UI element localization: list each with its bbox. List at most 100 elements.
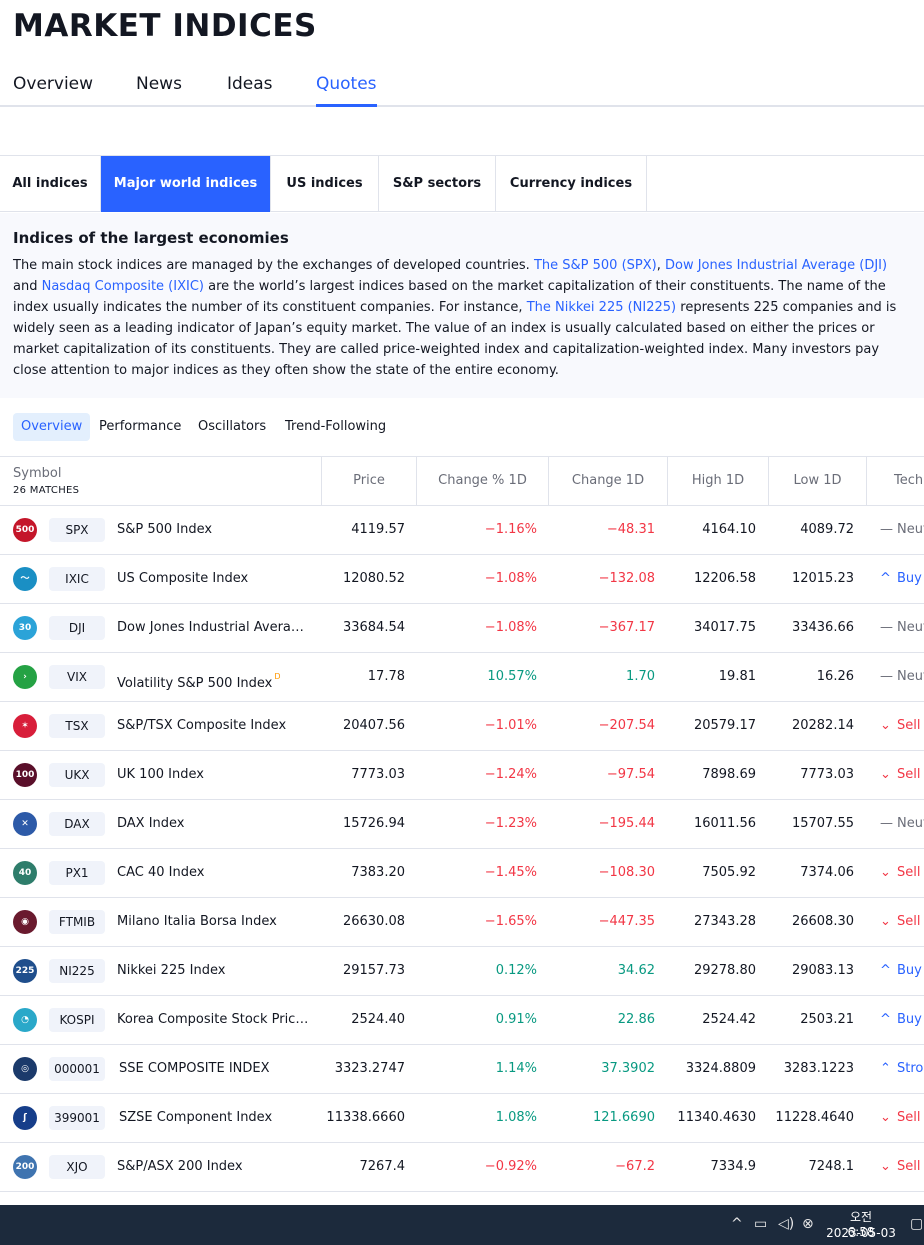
table-row[interactable]: ◉ FTMIB Milano Italia Borsa Index 26630.08 −… [0, 898, 924, 947]
index-name[interactable]: S&P/ASX 200 Index [117, 1143, 310, 1191]
technical-rating: ⌃ Strong buy [880, 1045, 924, 1093]
volume-icon[interactable]: ◁) [778, 1216, 794, 1232]
change-pct-cell: −1.23% [484, 816, 537, 831]
table-row[interactable]: 200 XJO S&P/ASX 200 Index 7267.4 −0.92% −67.2… [0, 1143, 924, 1192]
table-row[interactable]: ʃ 399001 SZSE Component Index 11338.6660 1.0… [0, 1094, 924, 1143]
index-name[interactable]: CAC 40 Index [117, 849, 310, 897]
index-name[interactable]: S&P/TSX Composite Index [117, 702, 310, 750]
index-name-text[interactable]: CAC 40 Index [117, 865, 204, 880]
tab-ideas[interactable]: Ideas [227, 74, 273, 94]
ticker-badge[interactable]: 000001 [49, 1057, 105, 1081]
header-low[interactable]: Low 1D [768, 457, 866, 505]
index-name-text[interactable]: DAX Index [117, 816, 185, 831]
table-row[interactable]: 40 PX1 CAC 40 Index 7383.20 −1.45% −108.30 750… [0, 849, 924, 898]
price-cell: 4119.57 [351, 522, 405, 537]
subtab-overview[interactable]: Overview [13, 413, 91, 441]
ticker-badge[interactable]: DJI [49, 616, 105, 640]
ticker-badge[interactable]: UKX [49, 763, 105, 787]
index-name[interactable]: Milano Italia Borsa Index [117, 898, 310, 946]
subtab-oscillators[interactable]: Oscillators [190, 413, 274, 441]
index-name-text[interactable]: Nikkei 225 Index [117, 963, 225, 978]
table-row[interactable]: 225 NI225 Nikkei 225 Index 29157.73 0.12% 34.… [0, 947, 924, 996]
index-name-text[interactable]: S&P 500 Index [117, 522, 212, 537]
high-cell: 2524.42 [702, 1012, 756, 1027]
header-high[interactable]: High 1D [667, 457, 768, 505]
table-row[interactable]: ✕ DAX DAX Index 15726.94 −1.23% −195.44 16011.… [0, 800, 924, 849]
notification-icon[interactable]: ▢ [910, 1216, 923, 1232]
chevron-up-icon[interactable]: ^ [731, 1216, 743, 1232]
ticker-badge[interactable]: TSX [49, 714, 105, 738]
low-cell: 15707.55 [791, 816, 854, 831]
index-name[interactable]: SSE COMPOSITE INDEX [119, 1045, 310, 1093]
low-cell: 7248.1 [808, 1159, 855, 1174]
subtab-performance[interactable]: Performance [91, 413, 189, 441]
table-row[interactable]: ◎ 000001 SSE COMPOSITE INDEX 3323.2747 1.14%… [0, 1045, 924, 1094]
table-row[interactable]: 〜 IXIC US Composite Index 12080.52 −1.08% −13… [0, 555, 924, 604]
tab-overview[interactable]: Overview [13, 74, 93, 94]
tab-major-world-indices[interactable]: Major world indices [101, 156, 271, 212]
low-cell: 12015.23 [791, 571, 854, 586]
ticker-badge[interactable]: XJO [49, 1155, 105, 1179]
header-price[interactable]: Price [321, 457, 416, 505]
index-name[interactable]: UK 100 Index [117, 751, 310, 799]
ticker-badge[interactable]: PX1 [49, 861, 105, 885]
ticker-badge[interactable]: IXIC [49, 567, 105, 591]
index-name-text[interactable]: S&P/TSX Composite Index [117, 718, 286, 733]
index-name[interactable]: DAX Index [117, 800, 310, 848]
technical-rating: — Neutral [880, 604, 924, 652]
index-name[interactable]: Korea Composite Stock Price Index [117, 996, 310, 1044]
index-name-text[interactable]: Korea Composite Stock Price Index [117, 1012, 310, 1027]
table-row[interactable]: ✶ TSX S&P/TSX Composite Index 20407.56 −1.01… [0, 702, 924, 751]
index-name[interactable]: Dow Jones Industrial Average Index [117, 604, 310, 652]
table-row[interactable]: 30 DJI Dow Jones Industrial Average Index 3… [0, 604, 924, 653]
index-name-text[interactable]: US Composite Index [117, 571, 248, 586]
index-name[interactable]: US Composite Index [117, 555, 310, 603]
ticker-badge[interactable]: VIX [49, 665, 105, 689]
tab-quotes[interactable]: Quotes [316, 74, 377, 107]
subtab-trend-following[interactable]: Trend-Following [277, 413, 394, 441]
change-cell: −195.44 [598, 816, 655, 831]
taskbar-date[interactable]: 2023-05-03 [826, 1226, 896, 1240]
index-name-text[interactable]: SZSE Component Index [119, 1110, 272, 1125]
ticker-badge[interactable]: DAX [49, 812, 105, 836]
table-row[interactable]: › VIX Volatility S&P 500 Index D 17.78 10.57%… [0, 653, 924, 702]
index-name-text[interactable]: Volatility S&P 500 Index [117, 676, 272, 691]
change-pct-cell: −1.24% [484, 767, 537, 782]
header-technical-rating[interactable]: Technical Rating 1D [866, 457, 924, 505]
link-ni225[interactable]: The Nikkei 225 (NI225) [527, 300, 676, 315]
index-name-text[interactable]: SSE COMPOSITE INDEX [119, 1061, 270, 1076]
tab-us-indices[interactable]: US indices [271, 156, 379, 212]
ticker-badge[interactable]: NI225 [49, 959, 105, 983]
tab-all-indices[interactable]: All indices [0, 156, 101, 212]
ticker-badge[interactable]: SPX [49, 518, 105, 542]
ticker-badge[interactable]: FTMIB [49, 910, 105, 934]
low-cell: 2503.21 [800, 1012, 854, 1027]
header-change[interactable]: Change 1D [548, 457, 667, 505]
link-dji[interactable]: Dow Jones Industrial Average (DJI) [665, 258, 887, 273]
mute-icon[interactable]: ⊗ [802, 1216, 814, 1232]
technical-rating: ^ Buy [880, 947, 922, 995]
table-row[interactable]: 500 SPX S&P 500 Index 4119.57 −1.16% −48.31 41… [0, 506, 924, 555]
tab-news[interactable]: News [136, 74, 182, 94]
tab-sp-sectors[interactable]: S&P sectors [379, 156, 496, 212]
index-name-text[interactable]: S&P/ASX 200 Index [117, 1159, 243, 1174]
index-name[interactable]: Volatility S&P 500 Index D [117, 653, 310, 701]
header-symbol[interactable]: Symbol [13, 466, 61, 481]
network-icon[interactable]: ▭ [754, 1216, 767, 1232]
table-row[interactable]: 100 UKX UK 100 Index 7773.03 −1.24% −97.54 789… [0, 751, 924, 800]
ticker-badge[interactable]: 399001 [49, 1106, 105, 1130]
index-name-text[interactable]: Milano Italia Borsa Index [117, 914, 277, 929]
link-ixic[interactable]: Nasdaq Composite (IXIC) [42, 279, 204, 294]
ticker-badge[interactable]: KOSPI [49, 1008, 105, 1032]
index-name-text[interactable]: Dow Jones Industrial Average Index [117, 620, 310, 635]
link-spx[interactable]: The S&P 500 (SPX) [534, 258, 657, 273]
index-name[interactable]: S&P 500 Index [117, 506, 310, 554]
index-name[interactable]: SZSE Component Index [119, 1094, 310, 1142]
index-name-text[interactable]: UK 100 Index [117, 767, 204, 782]
table-row[interactable]: ◔ KOSPI Korea Composite Stock Price Index 2… [0, 996, 924, 1045]
rating-neutral-icon: — [880, 620, 893, 635]
header-change-pct[interactable]: Change % 1D [416, 457, 548, 505]
description-text-part: and [13, 279, 42, 294]
index-name[interactable]: Nikkei 225 Index [117, 947, 310, 995]
tab-currency-indices[interactable]: Currency indices [496, 156, 647, 212]
